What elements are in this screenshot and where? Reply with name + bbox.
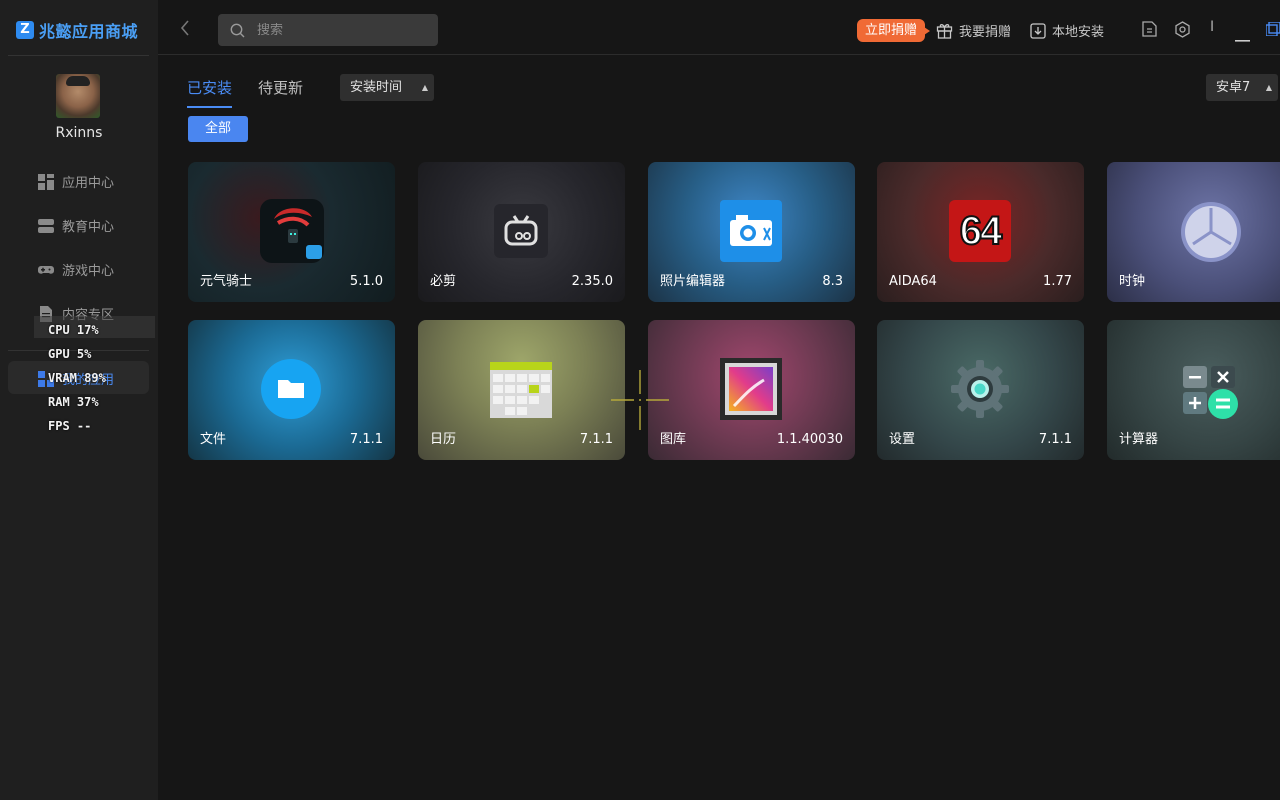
ram-stat: RAM 37% xyxy=(48,395,99,409)
sidebar-item-label: 游戏中心 xyxy=(62,264,115,279)
settings-icon[interactable] xyxy=(1174,21,1191,42)
bijian-icon xyxy=(494,204,548,258)
app-version: 2.35.0 xyxy=(571,274,613,289)
gpu-stat: GPU 5% xyxy=(48,347,92,361)
app-version: 1.77 xyxy=(1043,274,1072,289)
sidebar-item-games[interactable]: 游戏中心 xyxy=(38,260,114,279)
search-box[interactable] xyxy=(218,14,438,46)
donate-button[interactable]: 我要捐赠 xyxy=(936,21,1011,40)
app-logo[interactable]: Z 兆懿应用商城 xyxy=(16,18,138,42)
app-title: 兆懿应用商城 xyxy=(39,22,139,41)
username: Rxinns xyxy=(55,125,103,141)
app-card[interactable]: 必剪 2.35.0 xyxy=(418,162,625,302)
photo-editor-icon xyxy=(720,200,782,262)
divider xyxy=(8,55,149,56)
android-select-value: 安卓7 xyxy=(1216,80,1251,95)
search-input[interactable] xyxy=(257,22,417,38)
calculator-icon xyxy=(1183,366,1238,419)
gamepad-icon xyxy=(38,265,54,274)
app-name: 照片编辑器 xyxy=(660,274,726,289)
aida64-icon: 64 xyxy=(949,200,1011,262)
maximize-icon[interactable] xyxy=(1265,21,1280,40)
app-name: 元气骑士 xyxy=(200,274,253,289)
file-icon[interactable] xyxy=(1142,21,1157,41)
sidebar-item-label: 教育中心 xyxy=(62,220,115,235)
calendar-icon xyxy=(490,362,552,418)
app-card[interactable]: 日历 7.1.1 xyxy=(418,320,625,460)
app-card[interactable]: 设置 7.1.1 xyxy=(877,320,1084,460)
app-name: AIDA64 xyxy=(889,274,937,289)
app-name: 文件 xyxy=(200,432,227,447)
app-version: 7.1.1 xyxy=(1038,432,1072,447)
app-card[interactable]: 时钟 4 xyxy=(1107,162,1280,302)
tab-bar: 已安装 待更新 xyxy=(187,77,303,108)
minimize-icon[interactable] xyxy=(1235,30,1250,46)
sort-select-value: 安装时间 xyxy=(350,80,403,95)
clock-icon xyxy=(1181,202,1241,262)
android-version-select[interactable]: 安卓7 ▲ xyxy=(1206,74,1278,101)
tab-pending-update[interactable]: 待更新 xyxy=(258,77,303,108)
updown-arrow-icon: ▲ xyxy=(421,83,428,92)
search-icon xyxy=(230,23,245,37)
app-name: 时钟 xyxy=(1119,274,1146,289)
gift-icon xyxy=(936,24,953,39)
app-name: 必剪 xyxy=(430,274,457,289)
app-name: 图库 xyxy=(660,432,687,447)
soul-knight-icon xyxy=(260,199,324,263)
fps-stat: FPS -- xyxy=(48,419,92,433)
grid-icon xyxy=(38,173,54,190)
logo-icon: Z xyxy=(16,21,34,39)
back-icon[interactable] xyxy=(180,20,190,41)
app-card[interactable]: 64 AIDA64 1.77 xyxy=(877,162,1084,302)
filter-chip-all[interactable]: 全部 xyxy=(188,116,248,142)
avatar[interactable] xyxy=(56,74,100,118)
top-bar: 立即捐赠 我要捐赠 本地安装 I xyxy=(158,0,1280,55)
donate-label: 我要捐赠 xyxy=(959,25,1012,40)
aida64-icon-text: 64 xyxy=(959,208,1003,254)
sidebar-item-app-center[interactable]: 应用中心 xyxy=(38,172,114,191)
app-card[interactable]: 文件 7.1.1 xyxy=(188,320,395,460)
cpu-stat: CPU 17% xyxy=(48,323,99,337)
sort-select[interactable]: 安装时间 ▲ xyxy=(340,74,434,101)
app-version: 8.3 xyxy=(822,274,843,289)
tab-installed[interactable]: 已安装 xyxy=(187,77,233,108)
download-box-icon xyxy=(1030,22,1046,39)
app-name: 计算器 xyxy=(1119,432,1159,447)
app-version: 1.1.40030 xyxy=(776,432,843,447)
app-version: 5.1.0 xyxy=(349,274,383,289)
app-card[interactable]: 计算器 7 xyxy=(1107,320,1280,460)
app-name: 设置 xyxy=(889,432,916,447)
donate-badge[interactable]: 立即捐赠 xyxy=(857,19,931,42)
app-card[interactable]: 图库 1.1.40030 xyxy=(648,320,855,460)
gallery-icon xyxy=(720,358,782,420)
perf-overlay: CPU 17% GPU 5% VRAM 89% RAM 37% FPS -- xyxy=(48,318,106,438)
app-version: 7.1.1 xyxy=(349,432,383,447)
app-version: 7.1.1 xyxy=(579,432,613,447)
app-card[interactable]: 元气骑士 5.1.0 xyxy=(188,162,395,302)
sidebar-item-label: 应用中心 xyxy=(62,176,115,191)
sidebar-item-education[interactable]: 教育中心 xyxy=(38,216,114,235)
sidebar: Z 兆懿应用商城 Rxinns 应用中心 教育中心 游戏中心 内容专区 我的应用… xyxy=(0,0,158,800)
vram-stat: VRAM 89% xyxy=(48,371,106,385)
settings-gear-icon xyxy=(951,360,1009,418)
updown-arrow-icon: ▲ xyxy=(1265,83,1272,92)
stack-icon xyxy=(38,218,54,233)
separator: I xyxy=(1210,19,1215,35)
app-name: 日历 xyxy=(430,432,457,447)
files-icon xyxy=(261,359,321,419)
app-card[interactable]: 照片编辑器 8.3 xyxy=(648,162,855,302)
local-install-button[interactable]: 本地安装 xyxy=(1030,21,1104,40)
local-install-label: 本地安装 xyxy=(1052,25,1105,40)
